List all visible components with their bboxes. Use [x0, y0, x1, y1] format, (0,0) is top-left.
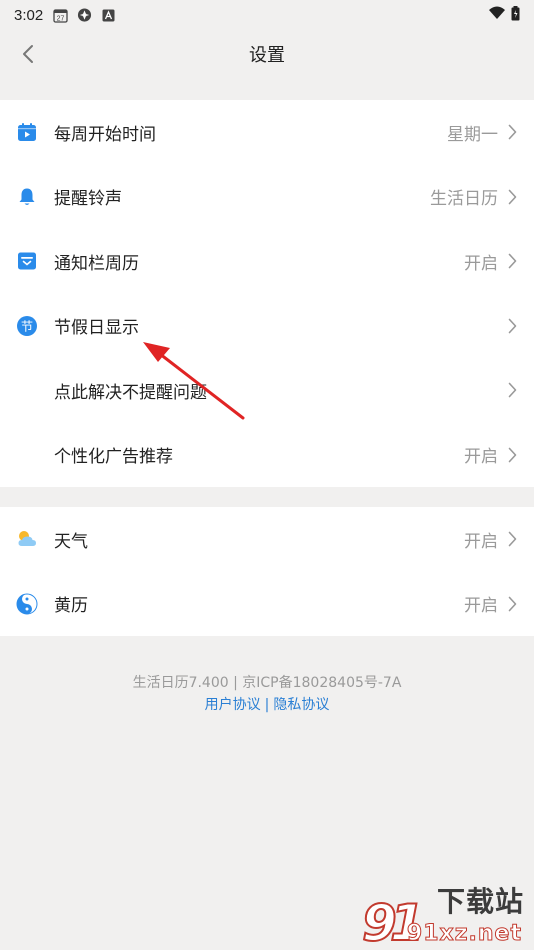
setting-reminder-ringtone[interactable]: 提醒铃声 生活日历 — [0, 165, 534, 230]
setting-fix-reminder-issue[interactable]: 点此解决不提醒问题 — [0, 358, 534, 423]
holiday-icon: 节 — [16, 315, 38, 337]
wifi-icon — [489, 6, 505, 24]
settings-section-extras: 天气 开启 黄历 开启 — [0, 507, 534, 636]
page-title: 设置 — [249, 45, 285, 65]
setting-value: 星期一 — [447, 124, 498, 144]
setting-weather[interactable]: 天气 开启 — [0, 507, 534, 572]
setting-value: 开启 — [464, 447, 498, 467]
setting-personalized-ads[interactable]: 个性化广告推荐 开启 — [0, 423, 534, 488]
battery-icon — [511, 5, 520, 25]
setting-notification-week-calendar[interactable]: 通知栏周历 开启 — [0, 229, 534, 294]
setting-value: 开启 — [464, 531, 498, 551]
version-info: 生活日历7.400 | 京ICP备18028405号-7A — [132, 675, 402, 691]
watermark-line1: 下载站 — [436, 885, 524, 918]
footer: 生活日历7.400 | 京ICP备18028405号-7A 用户协议 | 隐私协议 — [0, 672, 534, 716]
status-bar: 3:02 27 — [0, 0, 534, 30]
settings-section-general: 每周开始时间 星期一 提醒铃声 生活日历 通知栏周历 开启 节 节假日显示 点此… — [0, 100, 534, 487]
link-separator: | — [264, 697, 270, 713]
setting-holiday-display[interactable]: 节 节假日显示 — [0, 294, 534, 359]
chevron-right-icon — [506, 252, 518, 270]
setting-value: 开启 — [464, 596, 498, 616]
setting-label: 提醒铃声 — [54, 189, 122, 209]
user-agreement-link[interactable]: 用户协议 — [205, 697, 261, 713]
calendar-play-icon — [16, 121, 38, 143]
chevron-left-icon — [23, 45, 33, 63]
footer-links: 用户协议 | 隐私协议 — [0, 694, 534, 716]
chevron-right-icon — [506, 381, 518, 399]
a-icon — [101, 8, 116, 23]
app-icon — [77, 8, 92, 23]
back-button[interactable] — [16, 42, 40, 66]
privacy-policy-link[interactable]: 隐私协议 — [273, 697, 329, 713]
calendar-badge-text: 27 — [57, 15, 65, 22]
setting-label: 个性化广告推荐 — [54, 447, 173, 467]
almanac-icon — [16, 593, 38, 615]
chevron-right-icon — [506, 446, 518, 464]
setting-value: 开启 — [464, 253, 498, 273]
chevron-right-icon — [506, 317, 518, 335]
watermark-line2: 91xz.net — [406, 921, 522, 947]
setting-label: 黄历 — [54, 596, 88, 616]
status-time: 3:02 — [14, 6, 44, 24]
setting-label: 每周开始时间 — [54, 124, 156, 144]
weather-icon — [16, 528, 38, 550]
holiday-icon-text: 节 — [21, 319, 33, 333]
chevron-right-icon — [506, 188, 518, 206]
bell-icon — [16, 186, 38, 208]
setting-label: 通知栏周历 — [54, 253, 139, 273]
calendar-icon: 27 — [53, 8, 68, 23]
chevron-right-icon — [506, 595, 518, 613]
watermark-logo: 9 1 下载站 91xz.net — [360, 885, 530, 948]
setting-week-start[interactable]: 每周开始时间 星期一 — [0, 100, 534, 165]
chevron-right-icon — [506, 530, 518, 548]
notification-calendar-icon — [16, 250, 38, 272]
setting-label: 天气 — [54, 531, 88, 551]
title-bar: 设置 — [0, 30, 534, 78]
setting-almanac[interactable]: 黄历 开启 — [0, 572, 534, 637]
setting-label: 点此解决不提醒问题 — [54, 382, 207, 402]
chevron-right-icon — [506, 123, 518, 141]
setting-value: 生活日历 — [430, 189, 498, 209]
setting-label: 节假日显示 — [54, 318, 139, 338]
